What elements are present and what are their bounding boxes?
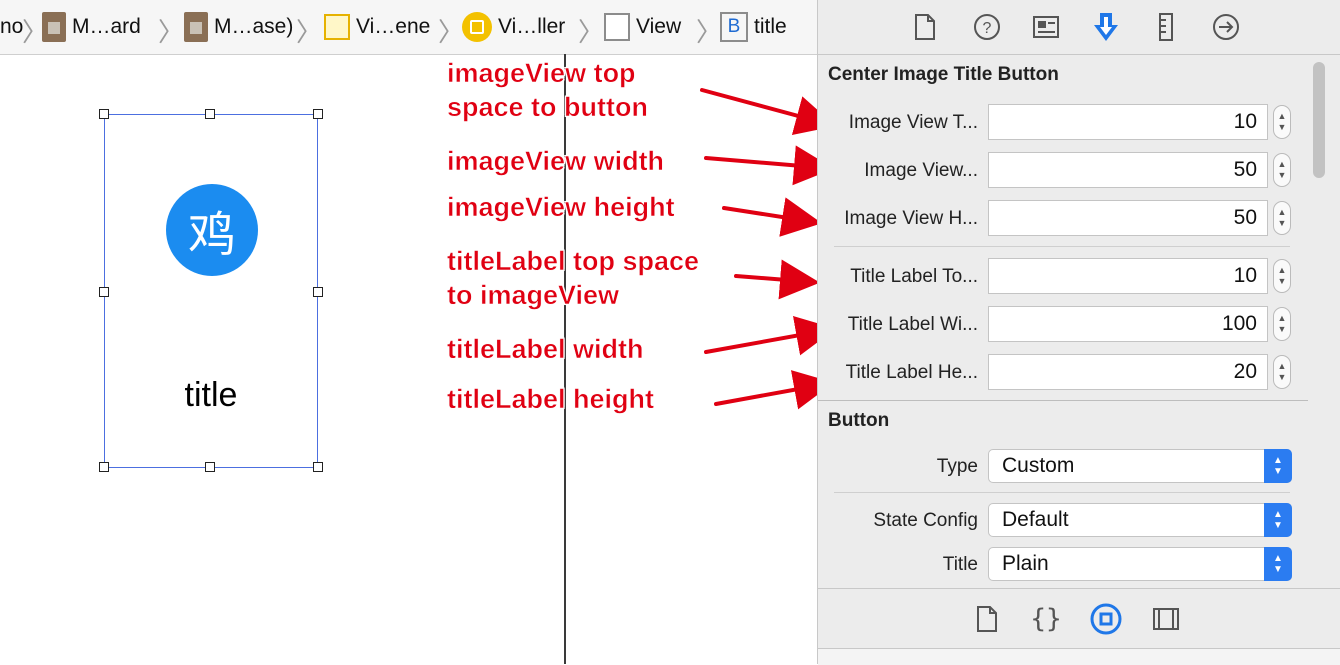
- identity-inspector-icon[interactable]: [1028, 9, 1064, 45]
- field-label: Image View H...: [844, 208, 978, 229]
- image-view-height-field[interactable]: 50: [988, 200, 1268, 236]
- field-label: Title Label Wi...: [847, 314, 978, 335]
- arrow-icon: [704, 315, 836, 356]
- field-label: Image View...: [864, 160, 978, 181]
- stepper-control[interactable]: ▲ ▼: [1273, 259, 1291, 293]
- file-inspector-icon[interactable]: [907, 9, 943, 45]
- attributes-inspector-icon[interactable]: [1088, 9, 1124, 45]
- field-label: State Config: [873, 510, 978, 531]
- svg-text:?: ?: [983, 20, 992, 37]
- divider: [834, 492, 1290, 493]
- field-label: Type: [936, 456, 978, 477]
- stepper-up-icon[interactable]: ▲: [1278, 159, 1287, 170]
- section-divider: [818, 400, 1308, 401]
- title-label-height-field[interactable]: 20: [988, 354, 1268, 390]
- field-label: Title: [942, 554, 978, 575]
- stepper-control[interactable]: ▲ ▼: [1273, 153, 1291, 187]
- select-value: Custom: [1002, 454, 1075, 477]
- select-arrows-icon: ▲ ▼: [1264, 547, 1292, 581]
- divider: [834, 246, 1290, 247]
- select-arrows-icon: ▲ ▼: [1264, 449, 1292, 483]
- field-label: Title Label He...: [845, 362, 978, 383]
- connections-inspector-icon[interactable]: [1208, 9, 1244, 45]
- stepper-down-icon[interactable]: ▼: [1278, 324, 1287, 335]
- title-type-select[interactable]: Plain ▲ ▼: [988, 547, 1292, 581]
- help-icon[interactable]: ?: [969, 9, 1005, 45]
- inspector-panel: ? Center Image Title Button Image View T…: [817, 0, 1340, 665]
- arrow-icon: [700, 88, 836, 135]
- arrow-icon: [734, 259, 820, 300]
- stepper-control[interactable]: ▲ ▼: [1273, 201, 1291, 235]
- stepper-down-icon[interactable]: ▼: [1278, 276, 1287, 287]
- library-tab-bar: {}: [818, 588, 1340, 649]
- size-inspector-icon[interactable]: [1148, 9, 1184, 45]
- scroll-thumb[interactable]: [1313, 62, 1325, 178]
- section-title: Button: [828, 410, 890, 431]
- stepper-down-icon[interactable]: ▼: [1278, 170, 1287, 181]
- stepper-up-icon[interactable]: ▲: [1278, 111, 1287, 122]
- state-config-select[interactable]: Default ▲ ▼: [988, 503, 1292, 537]
- object-library-icon[interactable]: [1088, 601, 1124, 637]
- library-filter-strip: [818, 648, 1340, 665]
- stepper-up-icon[interactable]: ▲: [1278, 313, 1287, 324]
- inspector-scrollbar[interactable]: [1313, 62, 1327, 582]
- select-value: Default: [1002, 508, 1069, 531]
- stepper-control[interactable]: ▲ ▼: [1273, 105, 1291, 139]
- section-title: Center Image Title Button: [828, 64, 1059, 85]
- arrow-icon: [704, 145, 834, 186]
- image-view-width-field[interactable]: 50: [988, 152, 1268, 188]
- stepper-up-icon[interactable]: ▲: [1278, 361, 1287, 372]
- stepper-down-icon[interactable]: ▼: [1278, 122, 1287, 133]
- arrow-icon: [714, 370, 834, 410]
- stepper-down-icon[interactable]: ▼: [1278, 372, 1287, 383]
- code-snippet-icon[interactable]: {}: [1028, 601, 1064, 637]
- title-label-top-field[interactable]: 10: [988, 258, 1268, 294]
- stepper-up-icon[interactable]: ▲: [1278, 207, 1287, 218]
- type-select[interactable]: Custom ▲ ▼: [988, 449, 1292, 483]
- select-arrows-icon: ▲ ▼: [1264, 503, 1292, 537]
- stepper-control[interactable]: ▲ ▼: [1273, 355, 1291, 389]
- field-label: Title Label To...: [850, 266, 978, 287]
- field-label: Image View T...: [848, 112, 978, 133]
- select-value: Plain: [1002, 552, 1049, 575]
- title-label-width-field[interactable]: 100: [988, 306, 1268, 342]
- media-library-icon[interactable]: [1148, 601, 1184, 637]
- stepper-up-icon[interactable]: ▲: [1278, 265, 1287, 276]
- file-template-icon[interactable]: [969, 601, 1005, 637]
- stepper-down-icon[interactable]: ▼: [1278, 218, 1287, 229]
- arrow-icon: [722, 197, 822, 237]
- inspector-tab-bar: ?: [818, 0, 1340, 55]
- stepper-control[interactable]: ▲ ▼: [1273, 307, 1291, 341]
- image-view-top-field[interactable]: 10: [988, 104, 1268, 140]
